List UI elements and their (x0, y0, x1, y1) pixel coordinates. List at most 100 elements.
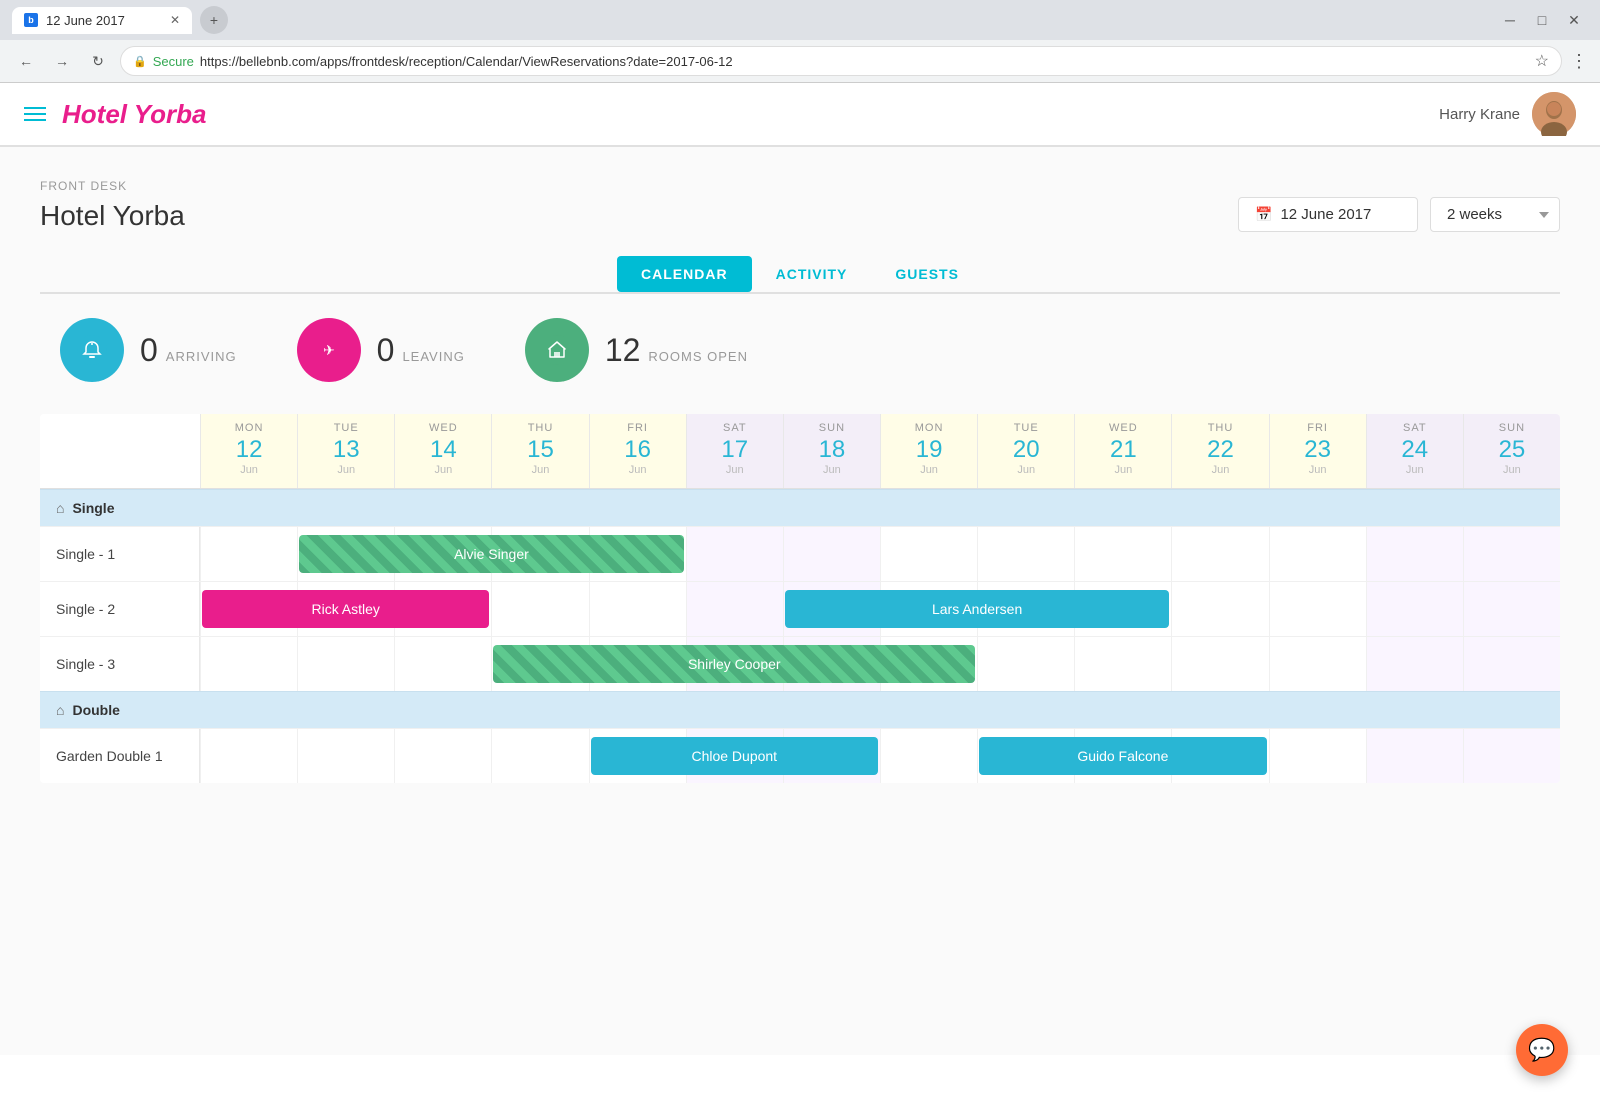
room-day-cell[interactable] (200, 637, 297, 691)
day-month: Jun (1274, 464, 1362, 476)
room-type-icon: ⌂ (56, 500, 64, 516)
url-text: https://bellebnb.com/apps/frontdesk/rece… (200, 54, 733, 69)
room-day-cell[interactable] (297, 637, 394, 691)
day-month: Jun (1371, 464, 1459, 476)
room-type-label: ⌂ Single (40, 490, 1560, 526)
room-row: Garden Double 1Chloe DupontGuido Falcone (40, 728, 1560, 783)
day-month: Jun (1468, 464, 1556, 476)
stat-rooms-open-text: 12 ROOMS OPEN (605, 332, 748, 369)
day-month: Jun (788, 464, 876, 476)
browser-menu-icon[interactable]: ⋮ (1570, 51, 1588, 72)
day-number: 19 (885, 438, 973, 462)
booking-bar[interactable]: Lars Andersen (785, 590, 1170, 628)
new-tab-button[interactable]: + (200, 6, 228, 34)
room-day-cell[interactable] (1366, 582, 1463, 636)
calendar-grid: MON 12 Jun TUE 13 Jun WED 14 Jun THU 15 … (40, 414, 1560, 783)
room-day-cell[interactable] (1269, 729, 1366, 783)
cal-day-header-1: TUE 13 Jun (297, 414, 394, 488)
url-bar[interactable]: 🔒 Secure https://bellebnb.com/apps/front… (120, 46, 1562, 76)
room-day-cell[interactable] (297, 729, 394, 783)
room-day-cell[interactable] (1463, 729, 1560, 783)
room-day-cell[interactable] (491, 582, 588, 636)
room-day-cell[interactable] (491, 729, 588, 783)
booking-bar[interactable]: Alvie Singer (299, 535, 684, 573)
chat-fab[interactable]: 💬 (1516, 1024, 1568, 1076)
room-type-header-1: ⌂ Double (40, 691, 1560, 728)
room-day-cell[interactable] (1269, 527, 1366, 581)
room-day-cell[interactable] (589, 582, 686, 636)
room-day-cell[interactable] (1463, 637, 1560, 691)
cal-day-header-6: SUN 18 Jun (783, 414, 880, 488)
hotel-logo: Hotel Yorba (62, 99, 206, 130)
room-day-cell[interactable] (1269, 582, 1366, 636)
room-row: Single - 1Alvie Singer (40, 526, 1560, 581)
cal-day-header-7: MON 19 Jun (880, 414, 977, 488)
day-name: WED (399, 422, 487, 434)
room-day-cell[interactable] (200, 527, 297, 581)
room-day-cell[interactable] (1366, 637, 1463, 691)
day-number: 22 (1176, 438, 1264, 462)
room-day-cell[interactable] (880, 729, 977, 783)
room-day-cell[interactable] (394, 637, 491, 691)
room-day-cell[interactable] (1463, 582, 1560, 636)
room-day-cell[interactable] (394, 729, 491, 783)
avatar-image (1532, 92, 1576, 136)
avatar[interactable] (1532, 92, 1576, 136)
close-button[interactable]: ✕ (1560, 6, 1588, 34)
room-day-cell[interactable] (686, 527, 783, 581)
room-day-cell[interactable] (1171, 637, 1268, 691)
room-day-cell[interactable] (1074, 637, 1171, 691)
cal-day-header-2: WED 14 Jun (394, 414, 491, 488)
tab-activity[interactable]: ACTIVITY (752, 256, 872, 292)
maximize-button[interactable]: □ (1528, 6, 1556, 34)
page-title: Hotel Yorba (40, 200, 1238, 232)
browser-tab[interactable]: b 12 June 2017 ✕ (12, 7, 192, 34)
hamburger-menu[interactable] (24, 107, 46, 121)
room-day-cell[interactable] (1074, 527, 1171, 581)
reload-button[interactable]: ↻ (84, 47, 112, 75)
booking-bar[interactable]: Chloe Dupont (591, 737, 878, 775)
day-number: 14 (399, 438, 487, 462)
room-day-cell[interactable] (977, 527, 1074, 581)
calendar-header-empty (40, 414, 200, 488)
room-day-cell[interactable] (880, 527, 977, 581)
room-day-cell[interactable] (200, 729, 297, 783)
cal-day-header-10: THU 22 Jun (1171, 414, 1268, 488)
tab-close-button[interactable]: ✕ (170, 13, 180, 27)
bookmark-icon[interactable]: ☆ (1535, 51, 1549, 71)
day-name: MON (205, 422, 293, 434)
room-type-name: Single (72, 500, 114, 516)
room-day-cell[interactable] (686, 582, 783, 636)
room-day-cell[interactable] (1171, 582, 1268, 636)
room-day-cell[interactable] (1269, 637, 1366, 691)
room-cells-wrapper: Shirley Cooper (200, 637, 1560, 691)
rooms-open-icon-circle (525, 318, 589, 382)
browser-chrome: b 12 June 2017 ✕ + ─ □ ✕ ← → ↻ 🔒 Secure … (0, 0, 1600, 83)
tab-title: 12 June 2017 (46, 13, 125, 28)
tab-calendar[interactable]: CALENDAR (617, 256, 752, 292)
room-day-cell[interactable] (1463, 527, 1560, 581)
duration-select[interactable]: 1 week 2 weeks 4 weeks (1430, 197, 1560, 232)
booking-bar[interactable]: Rick Astley (202, 590, 489, 628)
house-icon (542, 335, 572, 365)
minimize-button[interactable]: ─ (1496, 6, 1524, 34)
room-day-cell[interactable] (977, 637, 1074, 691)
booking-bar[interactable]: Shirley Cooper (493, 645, 975, 683)
room-day-cell[interactable] (783, 527, 880, 581)
room-day-cell[interactable] (1366, 729, 1463, 783)
header-right: Harry Krane (1439, 92, 1576, 136)
stat-leaving-text: 0 LEAVING (377, 332, 465, 369)
day-month: Jun (496, 464, 584, 476)
date-picker-button[interactable]: 📅 12 June 2017 (1238, 197, 1418, 232)
forward-button[interactable]: → (48, 47, 76, 75)
room-day-cell[interactable] (1171, 527, 1268, 581)
room-day-cell[interactable] (1366, 527, 1463, 581)
day-month: Jun (885, 464, 973, 476)
day-month: Jun (982, 464, 1070, 476)
back-button[interactable]: ← (12, 47, 40, 75)
tabs-row: CALENDAR ACTIVITY GUESTS (40, 256, 1560, 294)
browser-titlebar: b 12 June 2017 ✕ + ─ □ ✕ (0, 0, 1600, 40)
booking-bar[interactable]: Guido Falcone (979, 737, 1266, 775)
room-type-icon: ⌂ (56, 702, 64, 718)
tab-guests[interactable]: GUESTS (871, 256, 983, 292)
